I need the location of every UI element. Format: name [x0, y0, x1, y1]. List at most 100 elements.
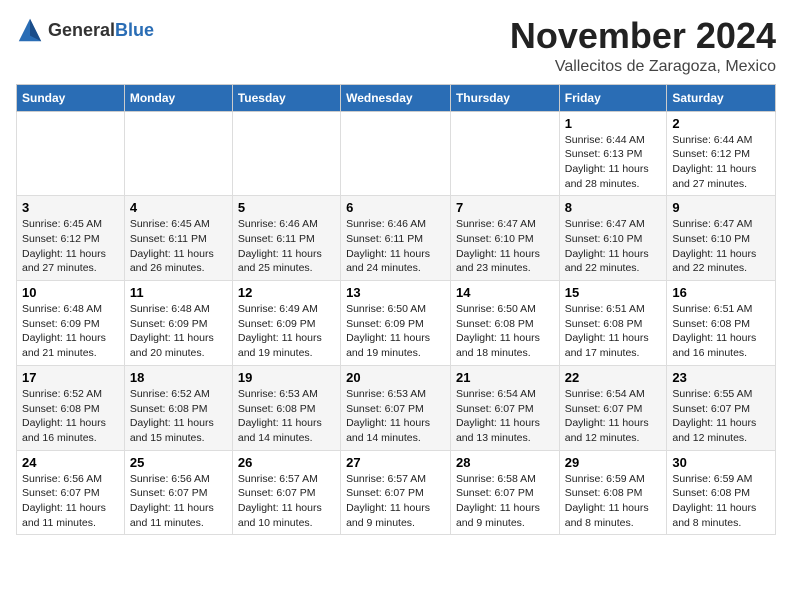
calendar-cell: 1 Sunrise: 6:44 AMSunset: 6:13 PMDayligh… [559, 111, 667, 196]
weekday-header-row: Sunday Monday Tuesday Wednesday Thursday… [17, 84, 776, 111]
calendar-cell: 10 Sunrise: 6:48 AMSunset: 6:09 PMDaylig… [17, 281, 125, 366]
day-number: 20 [346, 370, 445, 385]
calendar-cell: 4 Sunrise: 6:45 AMSunset: 6:11 PMDayligh… [124, 196, 232, 281]
calendar-week-row: 10 Sunrise: 6:48 AMSunset: 6:09 PMDaylig… [17, 281, 776, 366]
calendar-cell: 16 Sunrise: 6:51 AMSunset: 6:08 PMDaylig… [667, 281, 776, 366]
day-number: 2 [672, 116, 770, 131]
calendar-cell: 7 Sunrise: 6:47 AMSunset: 6:10 PMDayligh… [450, 196, 559, 281]
calendar-cell: 3 Sunrise: 6:45 AMSunset: 6:12 PMDayligh… [17, 196, 125, 281]
calendar-cell: 11 Sunrise: 6:48 AMSunset: 6:09 PMDaylig… [124, 281, 232, 366]
day-info: Sunrise: 6:50 AMSunset: 6:09 PMDaylight:… [346, 303, 430, 359]
day-info: Sunrise: 6:52 AMSunset: 6:08 PMDaylight:… [130, 388, 214, 444]
day-number: 15 [565, 285, 662, 300]
day-info: Sunrise: 6:45 AMSunset: 6:11 PMDaylight:… [130, 218, 214, 274]
calendar-cell: 9 Sunrise: 6:47 AMSunset: 6:10 PMDayligh… [667, 196, 776, 281]
day-number: 13 [346, 285, 445, 300]
day-number: 21 [456, 370, 554, 385]
logo-text-general: General [48, 20, 115, 40]
header-wednesday: Wednesday [341, 84, 451, 111]
day-info: Sunrise: 6:51 AMSunset: 6:08 PMDaylight:… [565, 303, 649, 359]
day-info: Sunrise: 6:59 AMSunset: 6:08 PMDaylight:… [565, 473, 649, 529]
header-saturday: Saturday [667, 84, 776, 111]
calendar-cell: 27 Sunrise: 6:57 AMSunset: 6:07 PMDaylig… [341, 450, 451, 535]
calendar-cell: 25 Sunrise: 6:56 AMSunset: 6:07 PMDaylig… [124, 450, 232, 535]
day-info: Sunrise: 6:47 AMSunset: 6:10 PMDaylight:… [456, 218, 540, 274]
day-number: 4 [130, 200, 227, 215]
day-number: 16 [672, 285, 770, 300]
day-info: Sunrise: 6:46 AMSunset: 6:11 PMDaylight:… [346, 218, 430, 274]
day-info: Sunrise: 6:55 AMSunset: 6:07 PMDaylight:… [672, 388, 756, 444]
calendar-cell [341, 111, 451, 196]
day-info: Sunrise: 6:44 AMSunset: 6:13 PMDaylight:… [565, 134, 649, 190]
calendar-cell: 6 Sunrise: 6:46 AMSunset: 6:11 PMDayligh… [341, 196, 451, 281]
day-number: 5 [238, 200, 335, 215]
day-number: 14 [456, 285, 554, 300]
day-number: 3 [22, 200, 119, 215]
day-number: 12 [238, 285, 335, 300]
calendar-cell: 24 Sunrise: 6:56 AMSunset: 6:07 PMDaylig… [17, 450, 125, 535]
month-title: November 2024 [510, 16, 776, 56]
day-number: 10 [22, 285, 119, 300]
calendar-cell: 26 Sunrise: 6:57 AMSunset: 6:07 PMDaylig… [232, 450, 340, 535]
day-number: 1 [565, 116, 662, 131]
logo-icon [16, 16, 44, 44]
calendar-cell: 18 Sunrise: 6:52 AMSunset: 6:08 PMDaylig… [124, 365, 232, 450]
day-number: 24 [22, 455, 119, 470]
calendar-cell: 22 Sunrise: 6:54 AMSunset: 6:07 PMDaylig… [559, 365, 667, 450]
header-friday: Friday [559, 84, 667, 111]
header-sunday: Sunday [17, 84, 125, 111]
day-info: Sunrise: 6:49 AMSunset: 6:09 PMDaylight:… [238, 303, 322, 359]
day-number: 29 [565, 455, 662, 470]
day-number: 19 [238, 370, 335, 385]
calendar-week-row: 3 Sunrise: 6:45 AMSunset: 6:12 PMDayligh… [17, 196, 776, 281]
day-number: 30 [672, 455, 770, 470]
calendar-cell: 14 Sunrise: 6:50 AMSunset: 6:08 PMDaylig… [450, 281, 559, 366]
location-title: Vallecitos de Zaragoza, Mexico [510, 58, 776, 76]
day-number: 28 [456, 455, 554, 470]
day-info: Sunrise: 6:48 AMSunset: 6:09 PMDaylight:… [22, 303, 106, 359]
day-number: 17 [22, 370, 119, 385]
day-info: Sunrise: 6:47 AMSunset: 6:10 PMDaylight:… [565, 218, 649, 274]
calendar-cell: 2 Sunrise: 6:44 AMSunset: 6:12 PMDayligh… [667, 111, 776, 196]
day-info: Sunrise: 6:53 AMSunset: 6:08 PMDaylight:… [238, 388, 322, 444]
day-number: 6 [346, 200, 445, 215]
calendar-table: Sunday Monday Tuesday Wednesday Thursday… [16, 84, 776, 536]
calendar-cell [17, 111, 125, 196]
calendar-cell: 15 Sunrise: 6:51 AMSunset: 6:08 PMDaylig… [559, 281, 667, 366]
day-info: Sunrise: 6:57 AMSunset: 6:07 PMDaylight:… [346, 473, 430, 529]
calendar-week-row: 1 Sunrise: 6:44 AMSunset: 6:13 PMDayligh… [17, 111, 776, 196]
calendar-cell [124, 111, 232, 196]
logo: GeneralBlue [16, 16, 154, 44]
calendar-cell: 5 Sunrise: 6:46 AMSunset: 6:11 PMDayligh… [232, 196, 340, 281]
day-info: Sunrise: 6:52 AMSunset: 6:08 PMDaylight:… [22, 388, 106, 444]
calendar-cell [450, 111, 559, 196]
day-number: 7 [456, 200, 554, 215]
header-thursday: Thursday [450, 84, 559, 111]
title-area: November 2024 Vallecitos de Zaragoza, Me… [510, 16, 776, 76]
day-number: 11 [130, 285, 227, 300]
day-info: Sunrise: 6:54 AMSunset: 6:07 PMDaylight:… [456, 388, 540, 444]
header-tuesday: Tuesday [232, 84, 340, 111]
calendar-cell [232, 111, 340, 196]
calendar-cell: 30 Sunrise: 6:59 AMSunset: 6:08 PMDaylig… [667, 450, 776, 535]
calendar-cell: 17 Sunrise: 6:52 AMSunset: 6:08 PMDaylig… [17, 365, 125, 450]
day-info: Sunrise: 6:51 AMSunset: 6:08 PMDaylight:… [672, 303, 756, 359]
calendar-cell: 13 Sunrise: 6:50 AMSunset: 6:09 PMDaylig… [341, 281, 451, 366]
day-info: Sunrise: 6:47 AMSunset: 6:10 PMDaylight:… [672, 218, 756, 274]
day-info: Sunrise: 6:46 AMSunset: 6:11 PMDaylight:… [238, 218, 322, 274]
day-number: 23 [672, 370, 770, 385]
calendar-cell: 20 Sunrise: 6:53 AMSunset: 6:07 PMDaylig… [341, 365, 451, 450]
calendar-cell: 21 Sunrise: 6:54 AMSunset: 6:07 PMDaylig… [450, 365, 559, 450]
day-info: Sunrise: 6:56 AMSunset: 6:07 PMDaylight:… [130, 473, 214, 529]
day-info: Sunrise: 6:54 AMSunset: 6:07 PMDaylight:… [565, 388, 649, 444]
day-number: 9 [672, 200, 770, 215]
day-number: 27 [346, 455, 445, 470]
calendar-cell: 23 Sunrise: 6:55 AMSunset: 6:07 PMDaylig… [667, 365, 776, 450]
day-number: 25 [130, 455, 227, 470]
day-number: 8 [565, 200, 662, 215]
calendar-week-row: 17 Sunrise: 6:52 AMSunset: 6:08 PMDaylig… [17, 365, 776, 450]
day-info: Sunrise: 6:44 AMSunset: 6:12 PMDaylight:… [672, 134, 756, 190]
day-info: Sunrise: 6:45 AMSunset: 6:12 PMDaylight:… [22, 218, 106, 274]
day-number: 26 [238, 455, 335, 470]
calendar-cell: 12 Sunrise: 6:49 AMSunset: 6:09 PMDaylig… [232, 281, 340, 366]
